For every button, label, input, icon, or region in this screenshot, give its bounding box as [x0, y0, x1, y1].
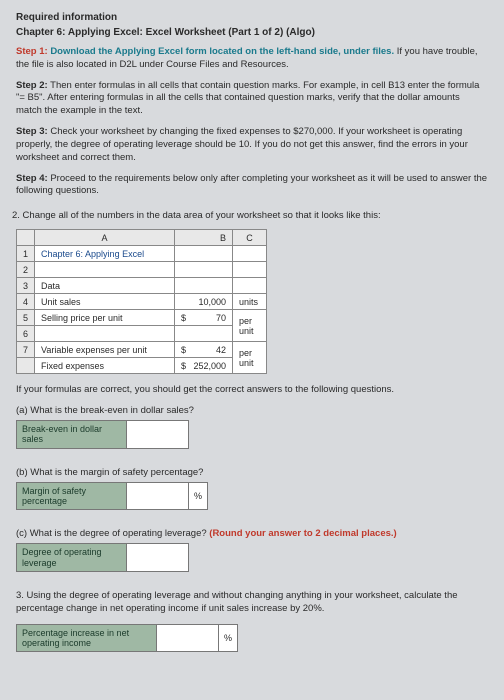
row-num: [17, 358, 35, 374]
step-1: Step 1: Download the Applying Excel form…: [16, 46, 488, 72]
qb-input[interactable]: [127, 482, 189, 510]
row-num: 4: [17, 294, 35, 310]
qc-text: (c) What is the degree of operating leve…: [16, 528, 209, 539]
row-num: 7: [17, 342, 35, 358]
qb-label: Margin of safety percentage: [17, 482, 127, 510]
step-2: Step 2: Then enter formulas in all cells…: [16, 80, 488, 118]
answer-box-c: Degree of operating leverage: [16, 543, 189, 572]
q3-percent-symbol: %: [219, 624, 238, 652]
answer-box-b: Margin of safety percentage %: [16, 482, 208, 511]
col-header-c: C: [233, 230, 267, 246]
cell-a3: Data: [35, 278, 175, 294]
cell-c1: [233, 246, 267, 262]
question-3: 3. Using the degree of operating leverag…: [16, 590, 488, 616]
cell-a4: Unit sales: [35, 294, 175, 310]
step-3-label: Step 3:: [16, 126, 48, 137]
question-2-text: 2. Change all of the numbers in the data…: [12, 210, 488, 221]
answer-box-3: Percentage increase in net operating inc…: [16, 624, 238, 653]
cell-a1: Chapter 6: Applying Excel: [35, 246, 175, 262]
cell-c7: per unit: [233, 342, 267, 374]
cell-b1: [175, 246, 233, 262]
row-num: 5: [17, 310, 35, 326]
q3-input[interactable]: [157, 624, 219, 652]
required-info-heading: Required information: [16, 12, 488, 23]
row-num: 2: [17, 262, 35, 278]
col-header-b: B: [175, 230, 233, 246]
cell-b7: $42: [175, 342, 233, 358]
row-num: 6: [17, 326, 35, 342]
answer-box-a: Break-even in dollar sales: [16, 420, 189, 449]
corner-cell: [17, 230, 35, 246]
step-2-label: Step 2:: [16, 80, 48, 91]
step-4-label: Step 4:: [16, 173, 48, 184]
row-num: 1: [17, 246, 35, 262]
qa-input[interactable]: [127, 420, 189, 448]
qc-label: Degree of operating leverage: [17, 544, 127, 572]
cell-a2: [35, 262, 175, 278]
step-3: Step 3: Check your worksheet by changing…: [16, 126, 488, 164]
cell-b2: [175, 262, 233, 278]
cell-a5: Selling price per unit: [35, 310, 175, 326]
cell-b6: [175, 326, 233, 342]
cell-a7: Variable expenses per unit: [35, 342, 175, 358]
step-2-text: Then enter formulas in all cells that co…: [16, 80, 479, 117]
cell-a8: Fixed expenses: [35, 358, 175, 374]
col-header-a: A: [35, 230, 175, 246]
step-1-label: Step 1:: [16, 46, 50, 57]
cell-b8: $252,000: [175, 358, 233, 374]
qc-round-note: (Round your answer to 2 decimal places.): [209, 528, 396, 539]
excel-data-table: A B C 1 Chapter 6: Applying Excel 2 3 Da…: [16, 229, 267, 374]
question-b: (b) What is the margin of safety percent…: [16, 467, 488, 478]
chapter-heading: Chapter 6: Applying Excel: Excel Workshe…: [16, 27, 488, 38]
cell-b4: 10,000: [175, 294, 233, 310]
question-a: (a) What is the break-even in dollar sal…: [16, 405, 488, 416]
cell-c5: per unit: [233, 310, 267, 342]
q3-label: Percentage increase in net operating inc…: [17, 624, 157, 652]
step-4: Step 4: Proceed to the requirements belo…: [16, 173, 488, 199]
qa-label: Break-even in dollar sales: [17, 420, 127, 448]
qb-percent-symbol: %: [189, 482, 208, 510]
cell-b3: [175, 278, 233, 294]
cell-a6: [35, 326, 175, 342]
cell-c2: [233, 262, 267, 278]
cell-c3: [233, 278, 267, 294]
after-table-text: If your formulas are correct, you should…: [16, 384, 488, 397]
question-c: (c) What is the degree of operating leve…: [16, 528, 488, 539]
row-num: 3: [17, 278, 35, 294]
cell-b5: $70: [175, 310, 233, 326]
cell-c4: units: [233, 294, 267, 310]
qc-input[interactable]: [127, 544, 189, 572]
step-1-download-link[interactable]: Download the Applying Excel form located…: [50, 46, 394, 57]
step-3-text: Check your worksheet by changing the fix…: [16, 126, 468, 163]
step-4-text: Proceed to the requirements below only a…: [16, 173, 487, 197]
